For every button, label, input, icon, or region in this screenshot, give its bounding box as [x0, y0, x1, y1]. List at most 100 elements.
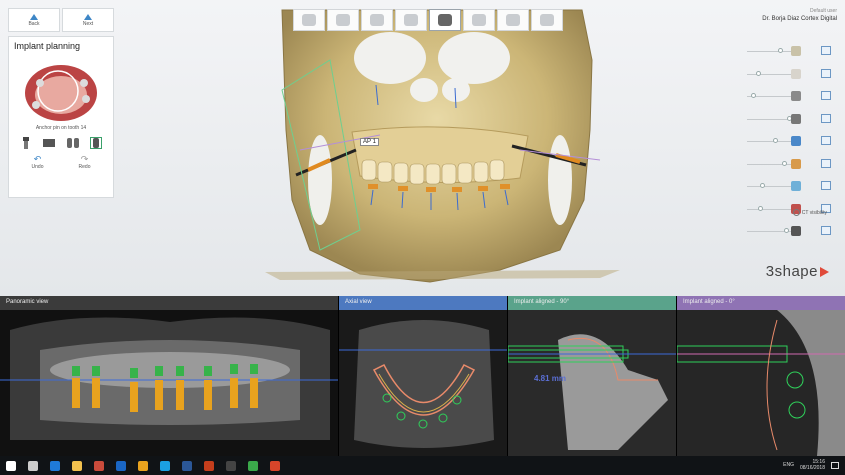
- planning-tools: [14, 137, 108, 149]
- windows-taskbar: ENG 15:16 08/16/2018: [0, 456, 845, 475]
- implant-aligned-0-view[interactable]: Implant aligned - 0°: [677, 296, 845, 456]
- opacity-slider[interactable]: [747, 73, 795, 75]
- opacity-slider[interactable]: [747, 208, 795, 210]
- toolbar-implant-button[interactable]: [429, 9, 461, 31]
- panoramic-view[interactable]: Panoramic view: [0, 296, 338, 456]
- edge-icon[interactable]: [48, 459, 62, 473]
- slider-handle[interactable]: [773, 138, 779, 143]
- recorder-icon[interactable]: [268, 459, 282, 473]
- undo-label: Undo: [31, 164, 44, 170]
- panoramic-image: [0, 310, 338, 456]
- abutment-tool-icon[interactable]: [43, 137, 56, 149]
- opacity-slider[interactable]: [747, 163, 795, 165]
- toolbar-ct-button[interactable]: [361, 9, 393, 31]
- slider-handle[interactable]: [782, 160, 788, 166]
- guide-icon: [506, 14, 520, 26]
- user-status: Default user: [810, 8, 837, 14]
- view-header: Axial view: [339, 296, 507, 310]
- ct-visibility-label: CT visibility: [801, 209, 827, 216]
- jaw-thumbnail[interactable]: [22, 55, 100, 123]
- photos-icon[interactable]: [92, 459, 106, 473]
- layer-row: [741, 85, 831, 108]
- visibility-toggle-icon[interactable]: [821, 68, 831, 78]
- outlook-icon[interactable]: [114, 459, 128, 473]
- visibility-toggle-icon[interactable]: [821, 181, 831, 190]
- search-icon-glyph: [28, 460, 38, 471]
- visibility-toggle-icon[interactable]: [821, 46, 831, 55]
- opacity-slider[interactable]: [747, 186, 795, 187]
- view-title: Implant aligned - 0°: [683, 299, 735, 305]
- visibility-toggle-icon[interactable]: [821, 113, 831, 123]
- redo-button[interactable]: ↷ Redo: [78, 155, 91, 171]
- outlook-icon-glyph: [116, 460, 126, 471]
- panel-title: Implant planning: [14, 41, 81, 51]
- visibility-toggle-icon[interactable]: [821, 136, 831, 145]
- opacity-slider[interactable]: [747, 51, 795, 52]
- slider-handle[interactable]: [784, 228, 790, 233]
- toolbar-guide-button[interactable]: [497, 9, 529, 31]
- toolbar-sleeve-button[interactable]: [463, 9, 495, 31]
- camtasia-icon-glyph: [248, 460, 258, 471]
- notification-icon[interactable]: [831, 461, 839, 469]
- guide-layer-icon: [791, 46, 801, 56]
- chrome-icon[interactable]: [136, 459, 150, 473]
- toolbar-patient-button[interactable]: [293, 9, 325, 31]
- redo-label: Redo: [78, 164, 91, 170]
- slider-handle[interactable]: [758, 205, 763, 211]
- export-icon: [540, 14, 554, 26]
- view-header: Implant aligned - 90°: [508, 296, 676, 310]
- slider-handle[interactable]: [751, 93, 757, 98]
- back-label: Back: [28, 20, 40, 27]
- annotation-ap1: AP 1: [360, 138, 379, 146]
- axial-view[interactable]: Axial view: [339, 296, 507, 456]
- left-panel: Back Next Implant planning Anchor pin on…: [8, 8, 114, 198]
- slider-handle[interactable]: [760, 183, 766, 188]
- layer-row: [741, 63, 831, 86]
- view-title: Implant aligned - 90°: [514, 299, 570, 305]
- clock-date[interactable]: 08/16/2018: [800, 465, 825, 471]
- camtasia-icon[interactable]: [246, 459, 260, 473]
- view-header: Implant aligned - 0°: [677, 296, 845, 310]
- explorer-icon-glyph: [72, 460, 82, 471]
- explorer-icon[interactable]: [70, 459, 84, 473]
- axial-image: [339, 310, 507, 456]
- skull-3d-model: [265, 9, 620, 283]
- implant-icon: [438, 14, 452, 26]
- layer-row: [741, 220, 831, 243]
- skype-icon-glyph: [160, 460, 170, 471]
- logo-triangle-icon: [820, 267, 829, 278]
- slice-views: Panoramic view Axial view Implant aligne…: [0, 296, 845, 456]
- next-button[interactable]: Next: [62, 8, 114, 32]
- language-indicator[interactable]: ENG: [783, 462, 794, 468]
- implant-layer-icon: [791, 136, 801, 146]
- implant-aligned-90-view[interactable]: Implant aligned - 90° 4.81 mm: [508, 296, 676, 456]
- guide-tool-icon[interactable]: [90, 137, 103, 149]
- implant-studio-icon[interactable]: [224, 459, 238, 473]
- chrome-icon-glyph: [138, 460, 148, 471]
- toolbar-export-button[interactable]: [531, 9, 563, 31]
- toolbar-crown-button[interactable]: [395, 9, 427, 31]
- undo-button[interactable]: ↶ Undo: [31, 155, 44, 171]
- skype-icon[interactable]: [158, 459, 172, 473]
- next-arrow-icon: [84, 13, 92, 20]
- visibility-toggle-icon[interactable]: [821, 158, 831, 168]
- word-icon[interactable]: [180, 459, 194, 473]
- visibility-toggle-icon[interactable]: [821, 226, 831, 235]
- visibility-toggle-icon[interactable]: [821, 91, 831, 100]
- search-icon[interactable]: [26, 459, 40, 473]
- start-icon[interactable]: [4, 459, 18, 473]
- sleeve-tool-icon[interactable]: [66, 137, 79, 149]
- 3d-viewport[interactable]: AP 1: [0, 0, 845, 296]
- implant-tool-icon[interactable]: [20, 137, 32, 149]
- user-info: Default user Dr. Borja Diaz Cortex Digit…: [762, 8, 837, 22]
- ct-visibility-toggle[interactable]: CT visibility: [792, 209, 827, 216]
- anchor-pin-label: Anchor pin on tooth 14: [35, 125, 87, 131]
- slider-handle[interactable]: [777, 48, 783, 53]
- opacity-slider[interactable]: [747, 141, 795, 142]
- undo-redo-row: ↶ Undo ↷ Redo: [14, 155, 108, 171]
- back-button[interactable]: Back: [8, 8, 60, 32]
- view-title: Panoramic view: [6, 299, 49, 305]
- slider-handle[interactable]: [755, 70, 761, 76]
- toolbar-scan-button[interactable]: [327, 9, 359, 31]
- powerpoint-icon[interactable]: [202, 459, 216, 473]
